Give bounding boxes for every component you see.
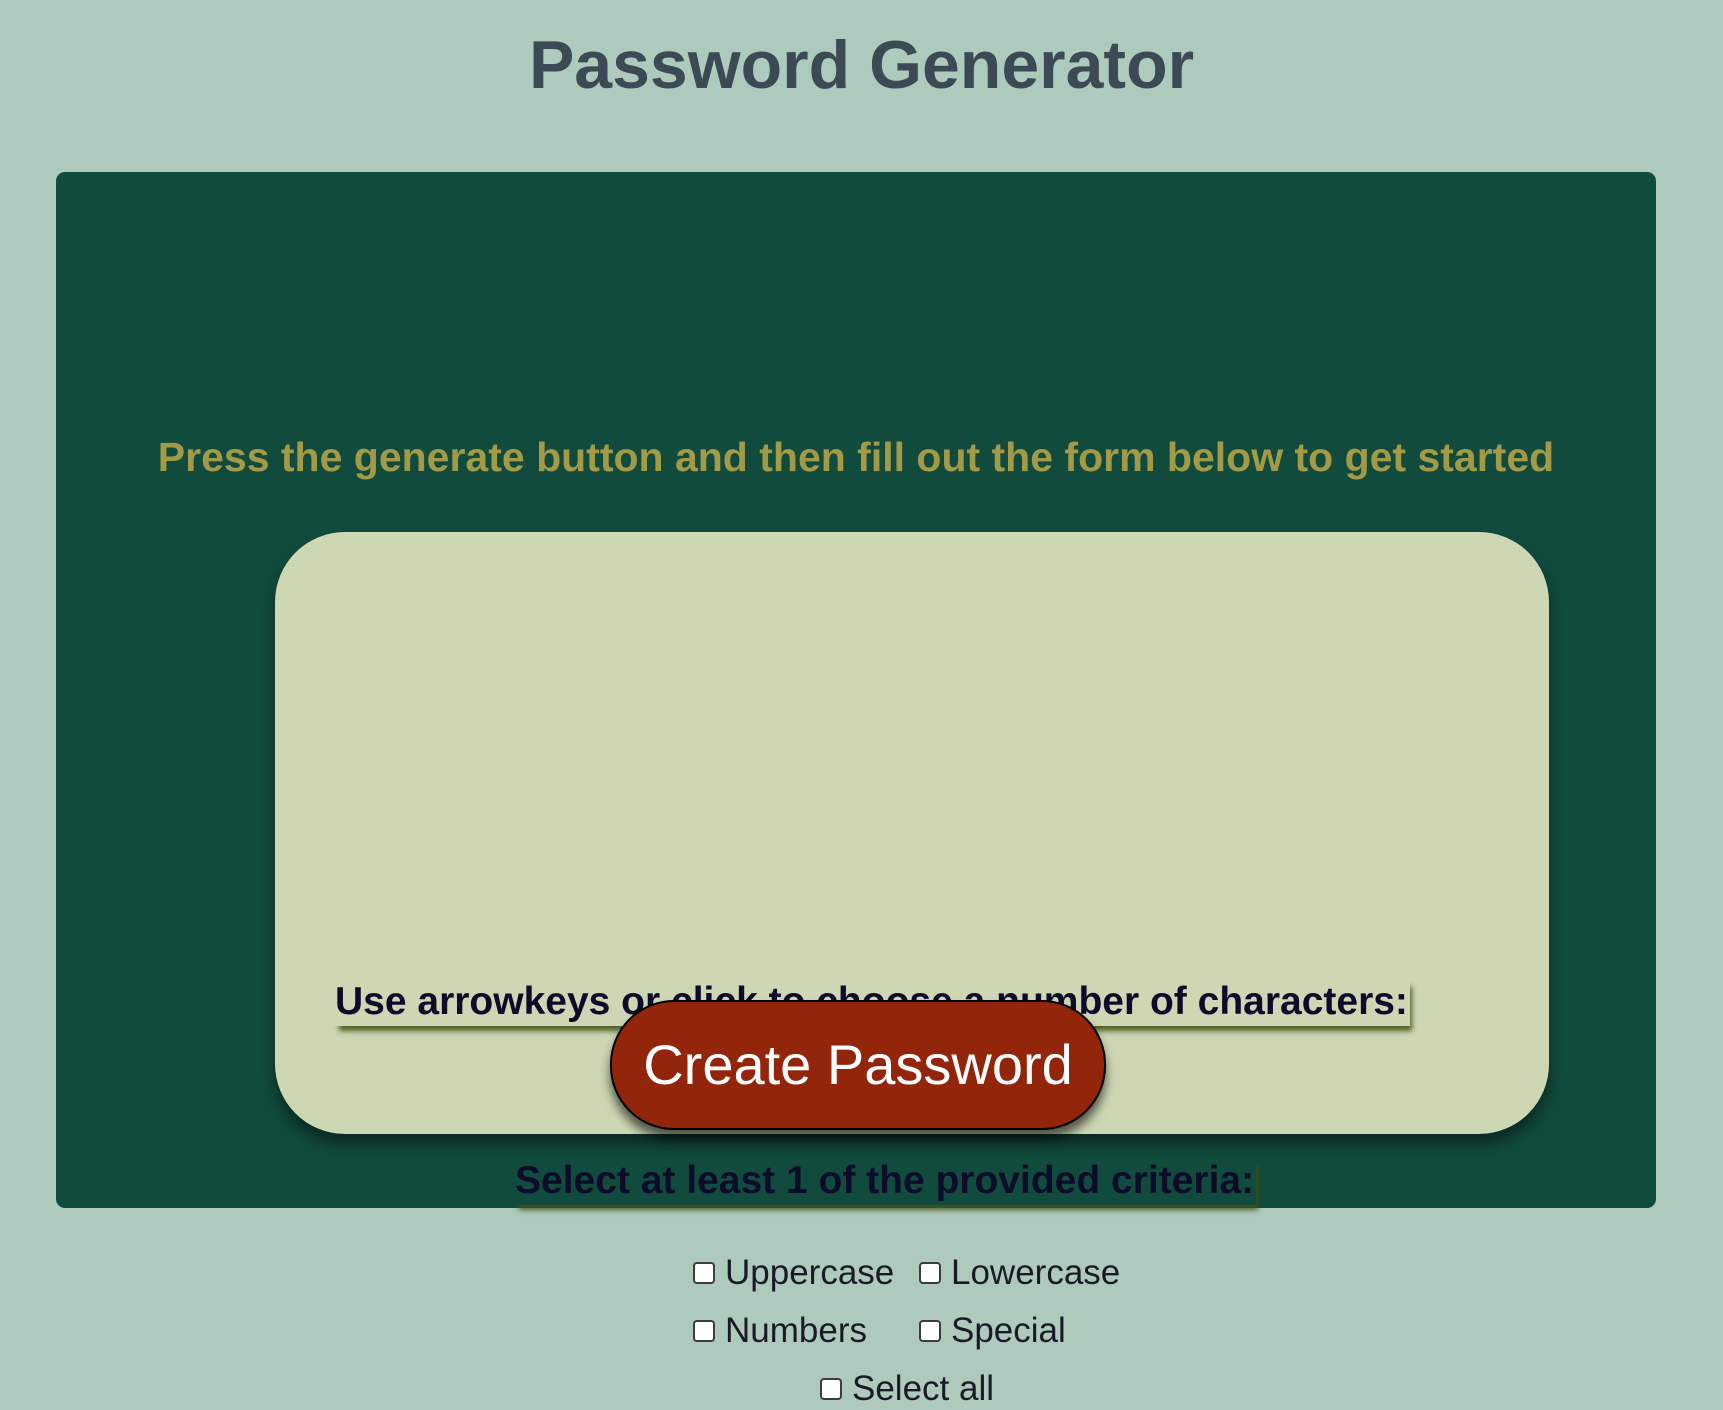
select-all-checkbox[interactable] (820, 1378, 842, 1400)
lowercase-label: Lowercase (951, 1253, 1121, 1292)
select-all-option[interactable]: Select all (820, 1368, 994, 1410)
criteria-label: Select at least 1 of the provided criter… (513, 1157, 1256, 1205)
special-checkbox[interactable] (919, 1320, 941, 1342)
select-all-label: Select all (852, 1369, 995, 1408)
lowercase-checkbox[interactable] (919, 1262, 941, 1284)
special-label: Special (951, 1311, 1066, 1350)
uppercase-checkbox[interactable] (693, 1262, 715, 1284)
create-password-button[interactable]: Create Password (610, 1000, 1106, 1130)
numbers-option[interactable]: Numbers (693, 1310, 867, 1352)
numbers-label: Numbers (725, 1311, 867, 1350)
uppercase-option[interactable]: Uppercase (693, 1252, 894, 1294)
special-option[interactable]: Special (919, 1310, 1066, 1352)
generator-card: Press the generate button and then fill … (56, 172, 1656, 1408)
uppercase-label: Uppercase (725, 1253, 895, 1292)
lowercase-option[interactable]: Lowercase (919, 1252, 1120, 1294)
instructions-header: Press the generate button and then fill … (157, 434, 1555, 480)
page-title: Password Generator (528, 27, 1195, 103)
numbers-checkbox[interactable] (693, 1320, 715, 1342)
